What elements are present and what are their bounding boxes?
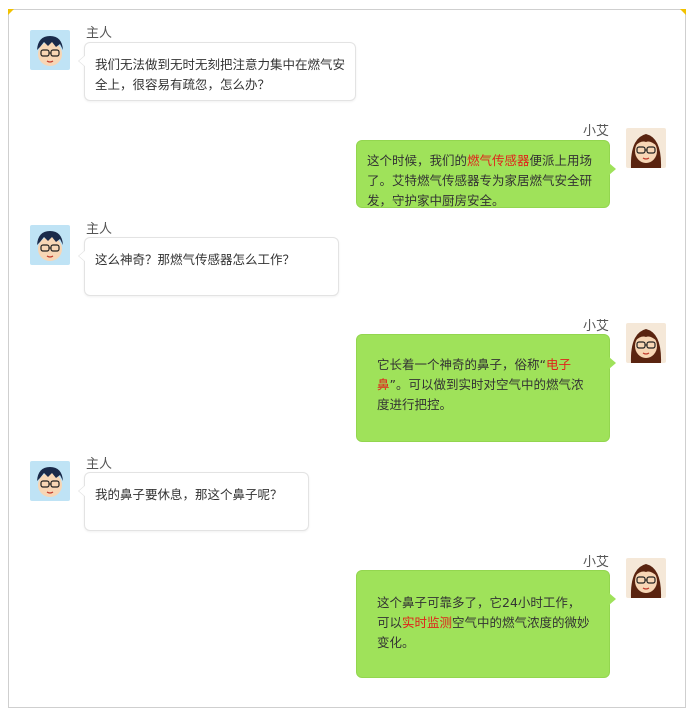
message-text: 我们无法做到无时无刻把注意力集中在燃气安全上，很容易有疏忽，怎么办？: [95, 57, 346, 92]
corner-accent: [680, 9, 686, 15]
speaker-name: 主人: [86, 457, 113, 472]
message-text: 我的鼻子要休息，那这个鼻子呢？: [95, 487, 283, 502]
message-text: ”。可以做到实时对空气中的燃气浓度进行把控。: [377, 377, 584, 412]
highlight-text: 燃气传感器: [467, 153, 530, 168]
message-bubble: 它长着一个神奇的鼻子，俗称“电子鼻”。可以做到实时对空气中的燃气浓度进行把控。: [356, 334, 616, 442]
message-bubble: 我的鼻子要休息，那这个鼻子呢？: [78, 472, 309, 531]
corner-accent: [8, 9, 14, 15]
highlight-text: 实时监测: [402, 615, 453, 630]
speaker-name: 小艾: [583, 124, 610, 139]
boy-avatar-icon: [30, 30, 70, 70]
boy-avatar-icon: [30, 461, 70, 501]
message-bubble: 这个鼻子可靠多了，它24小时工作，可以实时监测空气中的燃气浓度的微妙变化。: [356, 570, 616, 678]
boy-avatar-icon: [30, 225, 70, 265]
message-bubble: 这么神奇？那燃气传感器怎么工作？: [78, 237, 339, 296]
message-bubble: 这个时候，我们的燃气传感器便派上用场了。艾特燃气传感器专为家居燃气安全研发，守护…: [356, 140, 616, 208]
message-text: 它长着一个神奇的鼻子，俗称“: [377, 357, 546, 372]
message-text: 这个时候，我们的: [367, 153, 468, 168]
girl-avatar-icon: [626, 323, 666, 363]
speaker-name: 小艾: [583, 319, 610, 334]
speaker-name: 主人: [86, 222, 113, 237]
speaker-name: 小艾: [583, 555, 610, 570]
girl-avatar-icon: [626, 558, 666, 598]
message-text: 这么神奇？那燃气传感器怎么工作？: [95, 252, 296, 267]
message-bubble: 我们无法做到无时无刻把注意力集中在燃气安全上，很容易有疏忽，怎么办？: [78, 42, 356, 101]
speaker-name: 主人: [86, 26, 113, 41]
girl-avatar-icon: [626, 128, 666, 168]
